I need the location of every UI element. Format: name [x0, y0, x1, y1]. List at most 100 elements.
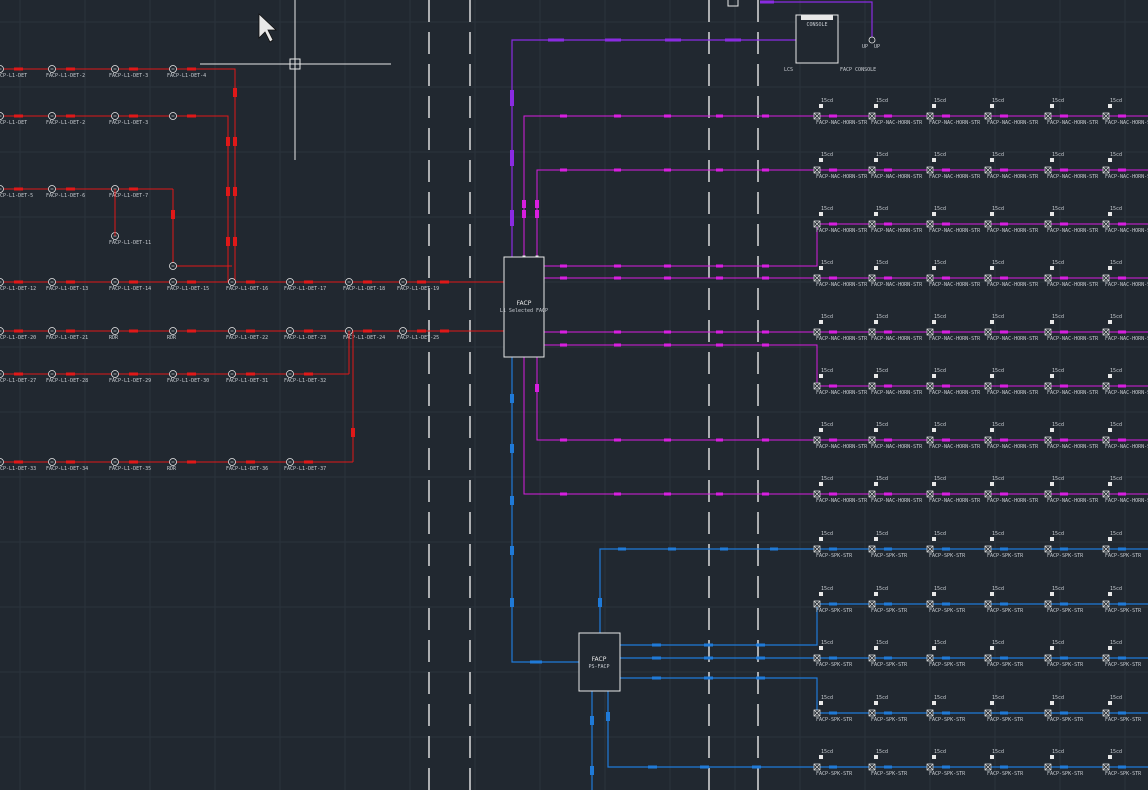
wire-marker	[187, 372, 196, 376]
device-top-label: 15cd	[1110, 476, 1122, 482]
wire-marker	[560, 168, 567, 172]
console-box[interactable]: CONSOLE LCS FACP CONSOLE UP UP	[727, 0, 880, 73]
wire-marker	[648, 765, 657, 769]
main-facp-panel[interactable]: FACP L1 Selected FACP	[500, 256, 548, 358]
device-top-label: 15cd	[1110, 640, 1122, 646]
detector-label: FACP-L1-DET-20	[0, 335, 36, 341]
device-box-icon	[990, 482, 994, 486]
device-box-icon	[1108, 320, 1112, 324]
detector-label: FACP-L1-DET-4	[167, 73, 206, 79]
detector-label: FACP-L1-DET-11	[109, 240, 151, 246]
wire-marker	[1000, 765, 1008, 769]
device-tag-label: FACP-NAC-HORN-STR	[929, 336, 981, 342]
device-top-label: 15cd	[821, 314, 833, 320]
wire-marker	[756, 676, 765, 680]
wire-marker	[129, 187, 138, 191]
wire-marker	[187, 67, 196, 71]
wire-marker	[1060, 384, 1068, 388]
device-top-label: 15cd	[876, 640, 888, 646]
wire-marker	[762, 492, 769, 496]
wire-marker	[829, 765, 837, 769]
device-box-icon	[874, 266, 878, 270]
wire-marker	[187, 460, 196, 464]
wire-marker	[1118, 330, 1126, 334]
wire-marker	[884, 765, 892, 769]
device-tag-label: FACP-NAC-HORN-STR	[987, 228, 1039, 234]
device-top-label: 15cd	[992, 98, 1004, 104]
wire-marker	[704, 643, 713, 647]
detector-label: FACP-L1-DET-22	[226, 335, 268, 341]
device-top-label: 15cd	[876, 695, 888, 701]
wire-marker	[1060, 492, 1068, 496]
wire-marker	[704, 676, 713, 680]
device-top-label: 15cd	[1110, 586, 1122, 592]
device-box-icon	[990, 428, 994, 432]
device-box-icon	[874, 701, 878, 705]
wire-marker	[1060, 114, 1068, 118]
device-top-label: 15cd	[821, 749, 833, 755]
device-tag-label: FACP-SPK-STR	[929, 608, 966, 614]
device-box-icon	[1050, 212, 1054, 216]
device-box-icon	[1108, 104, 1112, 108]
wire-marker	[590, 766, 594, 775]
device-tag-label: FACP-NAC-HORN-STR	[1105, 228, 1148, 234]
wire-marker	[756, 656, 765, 660]
device-box-icon	[932, 158, 936, 162]
wire-marker	[716, 114, 723, 118]
wire-marker	[762, 330, 769, 334]
wire-marker	[942, 438, 950, 442]
wire-marker	[1000, 711, 1008, 715]
wire-marker	[884, 114, 892, 118]
detector-label: FACP-L1-DET	[0, 73, 27, 79]
device-tag-label: FACP-NAC-HORN-STR	[929, 228, 981, 234]
wire-marker	[66, 372, 75, 376]
device-tag-label: FACP-NAC-HORN-STR	[871, 336, 923, 342]
wire-marker	[652, 656, 661, 660]
device-box-icon	[874, 212, 878, 216]
device-tag-label: FACP-SPK-STR	[987, 717, 1024, 723]
wire-marker	[1000, 168, 1008, 172]
device-box-icon	[819, 428, 823, 432]
wire	[180, 115, 229, 282]
device-tag-label: FACP-SPK-STR	[1047, 717, 1084, 723]
device-top-label: 15cd	[934, 314, 946, 320]
device-top-label: 15cd	[934, 260, 946, 266]
wire-marker	[1060, 438, 1068, 442]
wire-marker	[942, 276, 950, 280]
detector-label: FACP-L1-DET-35	[109, 466, 151, 472]
device-top-label: 15cd	[1052, 749, 1064, 755]
device-box-icon	[932, 592, 936, 596]
wire-marker	[510, 444, 514, 453]
wire-marker	[829, 330, 837, 334]
device-box-icon	[874, 592, 878, 596]
device-tag-label: FACP-NAC-HORN-STR	[1105, 444, 1148, 450]
wire-marker	[66, 67, 75, 71]
wire-marker	[1060, 222, 1068, 226]
mouse-pointer-icon	[258, 13, 278, 43]
wire-marker	[664, 330, 671, 334]
device-box-icon	[932, 428, 936, 432]
device-tag-label: FACP-SPK-STR	[1105, 608, 1142, 614]
device-box-icon	[990, 646, 994, 650]
cad-drawing-canvas[interactable]: FACP-L1-DET FACP-L1-DET-2 FACP-L1-DET-3 FAC…	[0, 0, 1148, 790]
device-tag-label: FACP-NAC-HORN-STR	[987, 390, 1039, 396]
wire-marker	[605, 38, 621, 42]
device-box-icon	[874, 104, 878, 108]
device-top-label: 15cd	[992, 586, 1004, 592]
device-tag-label: FACP-NAC-HORN-STR	[1047, 120, 1099, 126]
device-box-icon	[932, 374, 936, 378]
wire-marker	[614, 492, 621, 496]
wire-marker	[522, 200, 526, 208]
wire-marker	[884, 168, 892, 172]
sub-facp-panel[interactable]: FACP PS-FACP	[578, 632, 621, 692]
device-tag-label: FACP-NAC-HORN-STR	[1047, 336, 1099, 342]
detector-label: FACP-L1-DET-25	[397, 335, 439, 341]
wire-marker	[233, 88, 237, 97]
device-box-icon	[1050, 428, 1054, 432]
device-tag-label: FACP-NAC-HORN-STR	[1047, 498, 1099, 504]
detector-label: FACP-L1-DET-23	[284, 335, 326, 341]
device-box-icon	[932, 212, 936, 216]
wire-marker	[417, 280, 426, 284]
wire-marker	[942, 222, 950, 226]
wire-marker	[535, 384, 539, 392]
